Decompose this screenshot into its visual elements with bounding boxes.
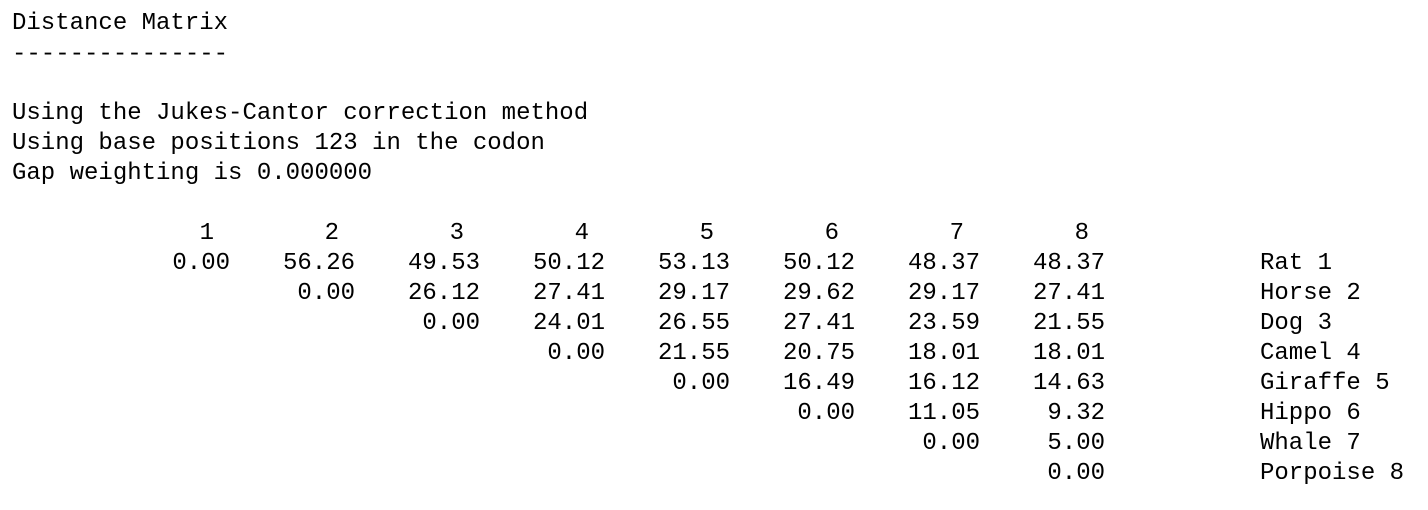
matrix-cell: 5.00 <box>1047 430 1105 457</box>
matrix-cell: 27.41 <box>782 310 855 337</box>
row-label: Hippo 6 <box>1260 400 1361 427</box>
matrix-cell: 48.37 <box>907 250 980 277</box>
matrix-cell: 0.00 <box>672 370 730 397</box>
matrix-cell: 50.12 <box>782 250 855 277</box>
row-label: Giraffe 5 <box>1260 370 1390 397</box>
matrix-cell: 24.01 <box>532 310 605 337</box>
info-line-correction-method: Using the Jukes-Cantor correction method <box>12 100 589 127</box>
matrix-cell: 0.00 <box>422 310 480 337</box>
row-label: Whale 7 <box>1260 430 1361 457</box>
matrix-cell: 0.00 <box>547 340 605 367</box>
matrix-cell: 0.00 <box>797 400 855 427</box>
row-label: Porpoise 8 <box>1260 460 1405 487</box>
matrix-cell: 0.00 <box>297 280 355 307</box>
matrix-cell: 29.17 <box>657 280 730 307</box>
matrix-cell: 14.63 <box>1032 370 1105 397</box>
matrix-cell: 53.13 <box>657 250 730 277</box>
matrix-cell: 48.37 <box>1032 250 1105 277</box>
page-title: Distance Matrix <box>12 10 229 37</box>
column-header: 4 <box>574 220 589 247</box>
column-header: 2 <box>324 220 339 247</box>
matrix-cell: 29.17 <box>907 280 980 307</box>
matrix-cell: 26.55 <box>657 310 730 337</box>
matrix-cell: 18.01 <box>1032 340 1105 367</box>
column-header: 1 <box>199 220 214 247</box>
matrix-cell: 16.12 <box>907 370 980 397</box>
matrix-cell: 27.41 <box>532 280 605 307</box>
row-label: Rat 1 <box>1260 250 1333 277</box>
column-header: 7 <box>949 220 964 247</box>
row-label: Horse 2 <box>1260 280 1361 307</box>
matrix-cell: 29.62 <box>782 280 855 307</box>
row-label: Dog 3 <box>1260 310 1333 337</box>
matrix-cell: 0.00 <box>1047 460 1105 487</box>
column-header: 6 <box>824 220 839 247</box>
matrix-cell: 50.12 <box>532 250 605 277</box>
matrix-cell: 21.55 <box>1032 310 1105 337</box>
column-header: 5 <box>699 220 714 247</box>
column-header: 8 <box>1074 220 1089 247</box>
matrix-cell: 21.55 <box>657 340 730 367</box>
matrix-cell: 18.01 <box>907 340 980 367</box>
matrix-cell: 23.59 <box>907 310 980 337</box>
matrix-cell: 0.00 <box>172 250 230 277</box>
matrix-cell: 16.49 <box>782 370 855 397</box>
matrix-cell: 26.12 <box>407 280 480 307</box>
info-line-base-positions: Using base positions 123 in the codon <box>12 130 545 157</box>
matrix-cell: 56.26 <box>282 250 355 277</box>
matrix-cell: 11.05 <box>907 400 980 427</box>
info-line-gap-weighting: Gap weighting is 0.000000 <box>12 160 373 187</box>
row-label: Camel 4 <box>1260 340 1361 367</box>
matrix-cell: 9.32 <box>1047 400 1105 427</box>
matrix-cell: 27.41 <box>1032 280 1105 307</box>
title-underline: --------------- <box>12 41 229 68</box>
matrix-cell: 20.75 <box>782 340 855 367</box>
column-header: 3 <box>449 220 464 247</box>
matrix-cell: 49.53 <box>407 250 480 277</box>
matrix-cell: 0.00 <box>922 430 980 457</box>
